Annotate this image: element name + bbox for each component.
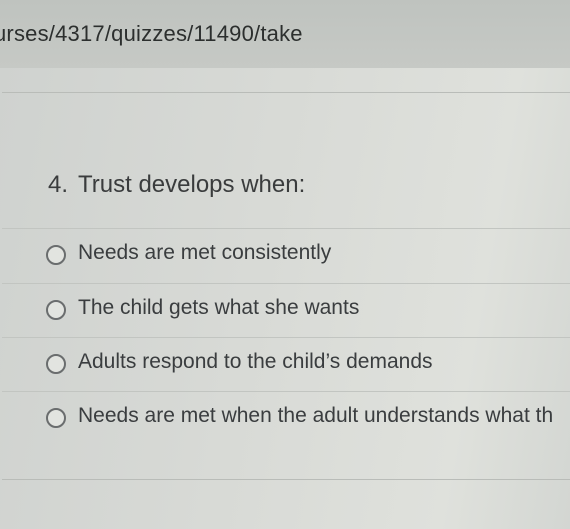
answer-option[interactable]: The child gets what she wants [2,283,570,335]
question-text: Trust develops when: [78,171,306,198]
radio-button[interactable] [46,354,66,374]
radio-button[interactable] [46,245,66,265]
question-heading: 4. Trust develops when: [48,171,305,199]
answer-option[interactable]: Needs are met when the adult understands… [2,391,570,443]
question-card: 4. Trust develops when: Needs are met con… [2,92,570,480]
question-number: 4. [48,171,69,198]
answer-label[interactable]: Needs are met consistently [78,241,331,265]
answer-option[interactable]: Needs are met consistently [2,228,570,280]
answer-label[interactable]: Adults respond to the child’s demands [78,350,433,374]
quiz-page: 4. Trust develops when: Needs are met con… [0,68,570,529]
url-text[interactable]: urses/4317/quizzes/11490/take [0,21,303,47]
address-bar[interactable]: urses/4317/quizzes/11490/take [0,0,570,68]
answer-option[interactable]: Adults respond to the child’s demands [2,337,570,389]
answer-label[interactable]: The child gets what she wants [78,296,359,320]
radio-button[interactable] [46,408,66,428]
radio-button[interactable] [46,300,66,320]
answer-label[interactable]: Needs are met when the adult understands… [78,404,553,428]
